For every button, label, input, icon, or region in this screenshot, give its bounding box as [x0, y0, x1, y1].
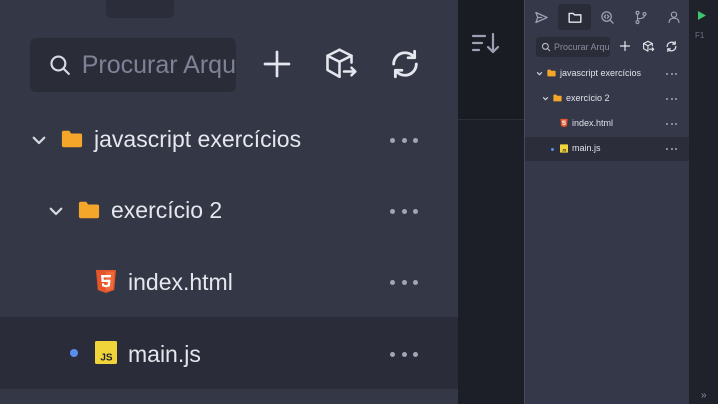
- modified-dot: [551, 148, 554, 151]
- top-tab[interactable]: [106, 0, 174, 18]
- git-branch-icon: [634, 10, 647, 24]
- more-options-button[interactable]: [666, 98, 677, 101]
- tree-item-label: main.js: [128, 341, 201, 367]
- search-code-icon: [601, 10, 614, 24]
- chevron-down-icon: [542, 97, 549, 101]
- cube-export-icon: [326, 48, 357, 79]
- folder-icon: [78, 201, 100, 219]
- tree-item-folder[interactable]: exercício 2: [525, 87, 689, 111]
- shortcut-hint: F1: [695, 31, 705, 40]
- tree-item-folder[interactable]: exercício 2: [0, 175, 458, 245]
- javascript-icon: JS: [560, 144, 568, 153]
- search-input[interactable]: Procurar Arqu: [30, 38, 236, 92]
- html5-icon: [560, 118, 568, 128]
- plus-icon: [619, 40, 631, 52]
- open-project-button[interactable]: [321, 44, 361, 84]
- user-icon: [667, 11, 680, 23]
- tree-item-label: exercício 2: [566, 93, 610, 103]
- tree-item-label: main.js: [572, 143, 601, 153]
- tree-item-file[interactable]: index.html: [525, 112, 689, 136]
- refresh-button[interactable]: [385, 44, 425, 84]
- refresh-icon: [392, 49, 418, 79]
- more-options-button[interactable]: [390, 207, 418, 215]
- tree-item-label: exercício 2: [111, 197, 223, 223]
- plus-icon: [263, 50, 291, 78]
- tree-item-label: javascript exercícios: [94, 126, 302, 152]
- tab-files[interactable]: [558, 4, 591, 30]
- tab-account[interactable]: [657, 4, 690, 30]
- folder-icon: [547, 69, 556, 77]
- tree-item-folder[interactable]: javascript exercícios: [0, 105, 458, 175]
- tree-item-label: index.html: [572, 118, 614, 128]
- svg-text:JS: JS: [100, 353, 113, 364]
- send-icon: [535, 11, 548, 23]
- tree-item-folder[interactable]: javascript exercícios: [525, 62, 689, 86]
- tree-item-file[interactable]: index.html: [0, 245, 458, 317]
- sort-descending-icon[interactable]: [470, 30, 504, 58]
- folder-icon: [567, 12, 582, 23]
- more-options-button[interactable]: [666, 148, 677, 151]
- right-toolbar: F1 »: [689, 0, 718, 404]
- tree-item-file[interactable]: JS main.js: [0, 317, 458, 389]
- sidebar-tabs: [525, 4, 690, 30]
- more-options-button[interactable]: [390, 136, 418, 144]
- tab-search[interactable]: [591, 4, 624, 30]
- search-icon: [541, 42, 551, 52]
- modified-dot: [70, 349, 78, 357]
- search-placeholder: Procurar Arqu: [554, 42, 610, 52]
- refresh-button[interactable]: [663, 38, 679, 54]
- html5-icon: [96, 270, 116, 293]
- svg-text:JS: JS: [562, 148, 567, 152]
- tree-item-file[interactable]: JS main.js: [525, 137, 689, 161]
- more-options-button[interactable]: [390, 278, 418, 286]
- chevron-down-icon: [49, 207, 63, 216]
- editor-area: [458, 0, 524, 404]
- tree-item-label: index.html: [128, 269, 233, 295]
- expand-panel-button[interactable]: »: [701, 390, 707, 401]
- cube-export-icon: [642, 40, 654, 52]
- chevron-down-icon: [536, 72, 543, 76]
- file-explorer-panel: Procurar Arqu javascript exercícios exer…: [524, 0, 689, 404]
- chevron-down-icon: [32, 136, 46, 145]
- tree-item-label: javascript exercícios: [560, 68, 642, 78]
- search-icon: [50, 55, 70, 75]
- more-options-button[interactable]: [666, 123, 677, 126]
- open-project-button[interactable]: [640, 38, 656, 54]
- more-options-button[interactable]: [390, 350, 418, 358]
- folder-icon: [553, 94, 562, 102]
- file-explorer-zoomed: Procurar Arqu javascript exercícios exer…: [0, 0, 458, 404]
- refresh-icon: [666, 40, 676, 52]
- new-file-button[interactable]: [257, 44, 297, 84]
- tab-share[interactable]: [525, 4, 558, 30]
- play-icon[interactable]: [697, 10, 707, 21]
- editor-toolbar: [458, 0, 524, 120]
- folder-icon: [61, 130, 83, 148]
- new-file-button[interactable]: [617, 38, 633, 54]
- more-options-button[interactable]: [666, 73, 677, 76]
- tab-source-control[interactable]: [624, 4, 657, 30]
- javascript-icon: JS: [95, 341, 117, 364]
- search-placeholder: Procurar Arqu: [81, 50, 236, 79]
- search-input[interactable]: Procurar Arqu: [536, 37, 610, 57]
